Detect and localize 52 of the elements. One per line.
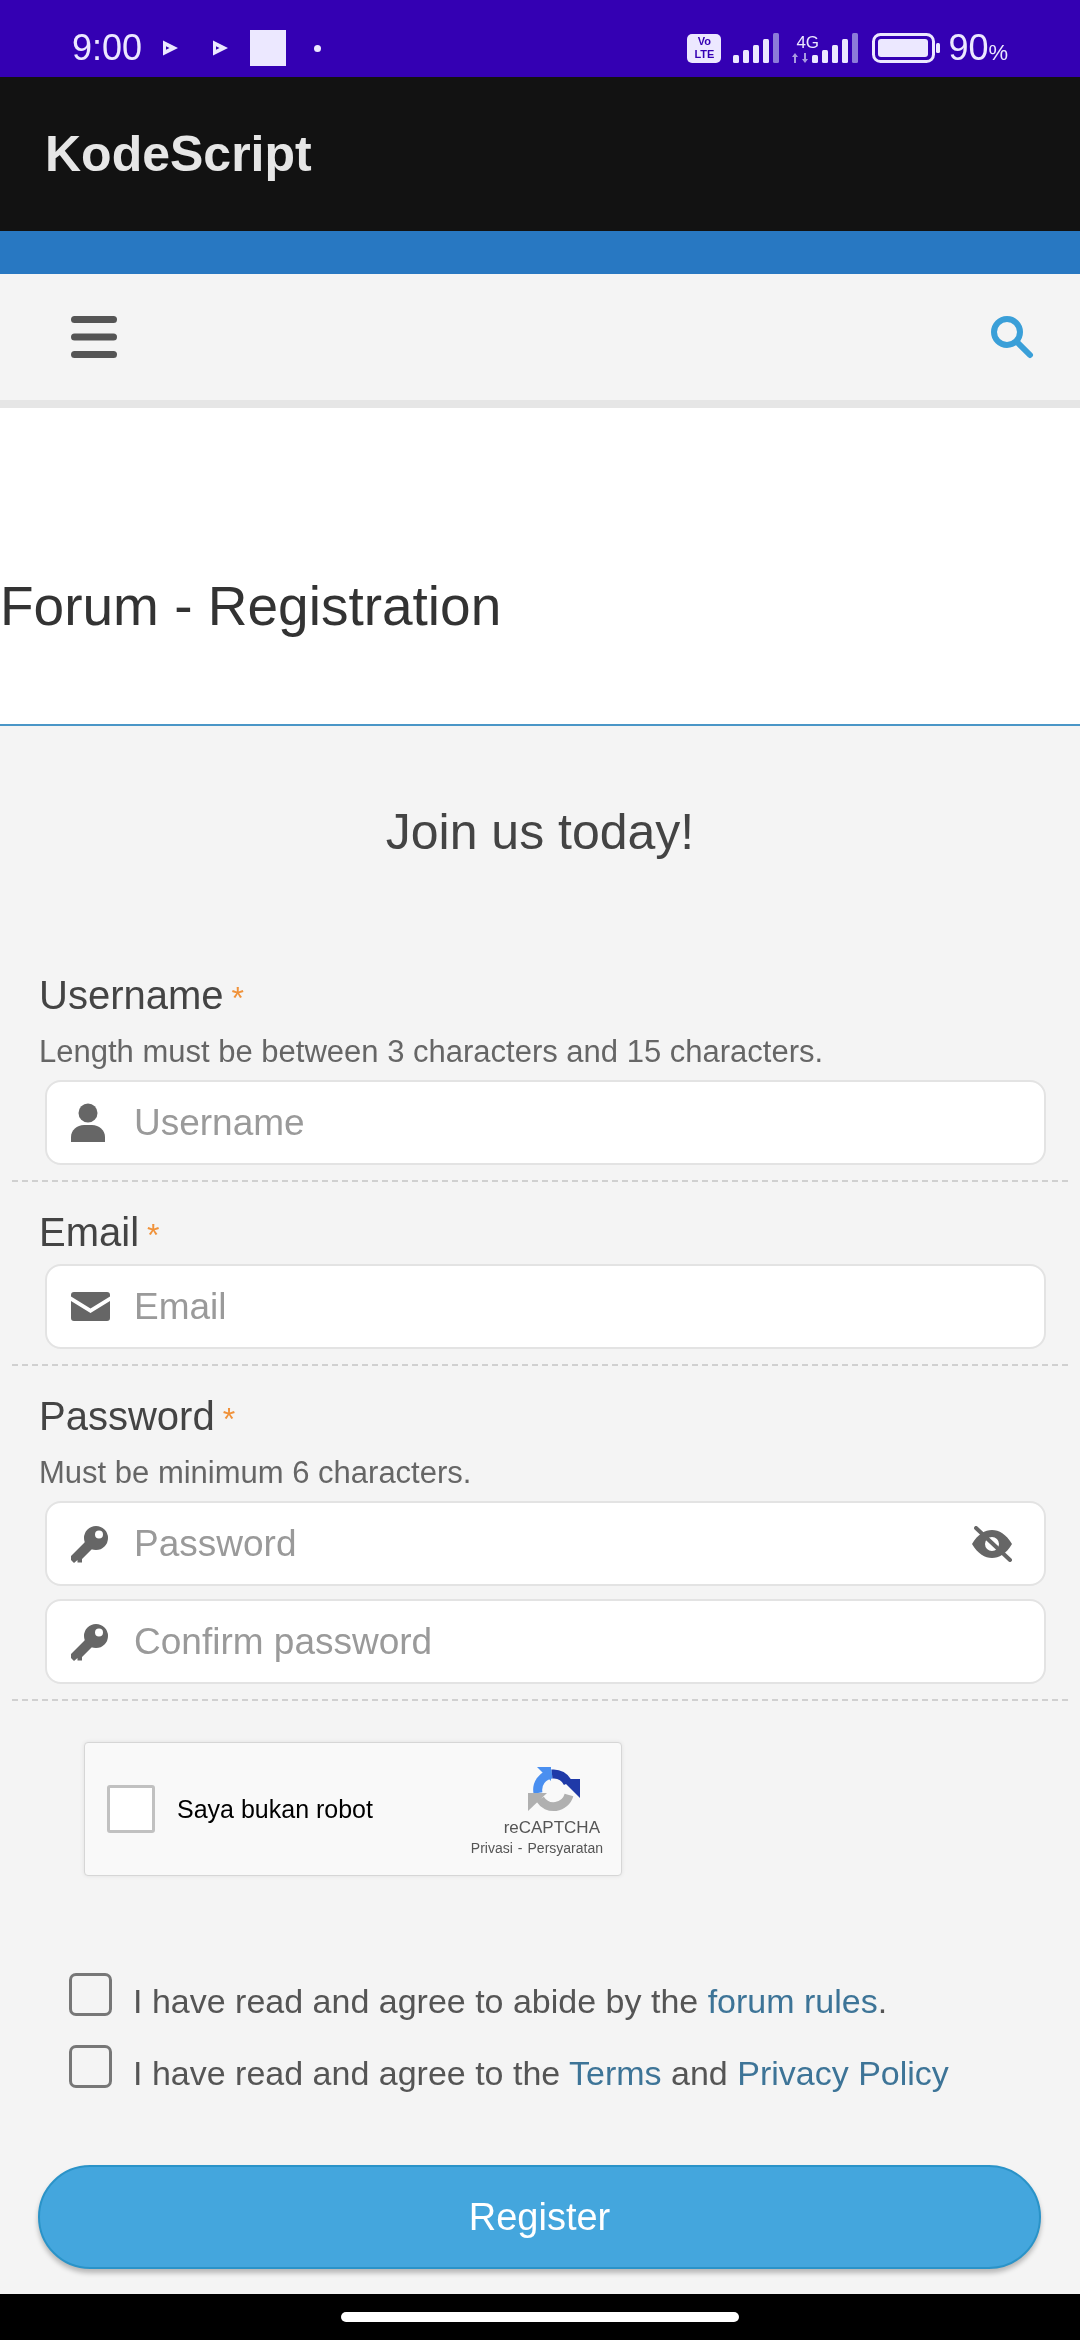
field-hint: Length must be between 3 characters and 15 characters. (39, 1033, 824, 1071)
required-asterisk: * (231, 979, 244, 1018)
captcha-label: Saya bukan robot (177, 1794, 373, 1824)
password-input[interactable]: Password (134, 1521, 970, 1566)
field-label: Username (39, 972, 224, 1019)
agreement-checkbox[interactable] (69, 2045, 112, 2088)
volte-badge: Vo LTE (687, 33, 722, 63)
field-label: Password (39, 1393, 215, 1440)
clock-text: 9:00 (72, 28, 143, 68)
percent-sign-text: % (988, 41, 1008, 65)
signal-icon (733, 33, 780, 63)
agreement-text: I have read and agree to abide by the forum rules. (133, 1981, 888, 2022)
play-icon (211, 39, 230, 57)
user-icon (71, 1103, 105, 1142)
agreement-checkbox[interactable] (69, 1973, 112, 2016)
menu-icon[interactable] (71, 316, 117, 358)
data-arrows-icon (792, 53, 809, 63)
search-icon[interactable] (990, 315, 1034, 359)
agreement-text: I have read and agree to the Terms and Privacy Policy (133, 2053, 949, 2094)
captcha-brand-label: reCAPTCHA (503, 1818, 600, 1838)
form-heading: Join us today! (385, 803, 695, 862)
square-icon (250, 30, 287, 66)
text-link[interactable]: forum rules (707, 1982, 878, 2020)
field-label: Email (39, 1209, 140, 1256)
username-field[interactable]: Username (45, 1080, 1046, 1165)
captcha-footer-link[interactable]: Privasi (470, 1840, 513, 1856)
battery-percent-text: 90 (948, 28, 989, 68)
username-input[interactable]: Username (134, 1100, 1014, 1145)
network-type-text: 4G (796, 34, 820, 51)
field-hint: Must be minimum 6 characters. (39, 1454, 472, 1492)
email-field[interactable]: Email (45, 1264, 1046, 1349)
eye-slash-icon[interactable] (970, 1525, 1014, 1562)
email-input[interactable]: Email (134, 1284, 1014, 1329)
page-title: Forum - Registration (0, 574, 502, 639)
captcha-checkbox[interactable] (107, 1785, 155, 1833)
register-button[interactable]: Register (38, 2165, 1041, 2269)
link-separator: - (517, 1840, 523, 1856)
site-title: KodeScript (45, 125, 312, 184)
dot-icon (314, 44, 322, 52)
captcha-footer-link[interactable]: Persyaratan (527, 1840, 603, 1856)
play-icon (161, 39, 180, 57)
required-asterisk: * (147, 1216, 160, 1255)
battery-icon (872, 33, 941, 63)
password-field[interactable]: Confirm password (45, 1599, 1046, 1684)
password-field[interactable]: Password (45, 1501, 1046, 1586)
required-asterisk: * (222, 1400, 236, 1439)
text-link[interactable]: Privacy Policy (737, 2054, 949, 2092)
key-icon (71, 1524, 109, 1563)
key-icon (71, 1622, 109, 1661)
password-input[interactable]: Confirm password (134, 1619, 1014, 1664)
envelope-icon (71, 1292, 110, 1321)
text-link[interactable]: Terms (569, 2054, 662, 2092)
